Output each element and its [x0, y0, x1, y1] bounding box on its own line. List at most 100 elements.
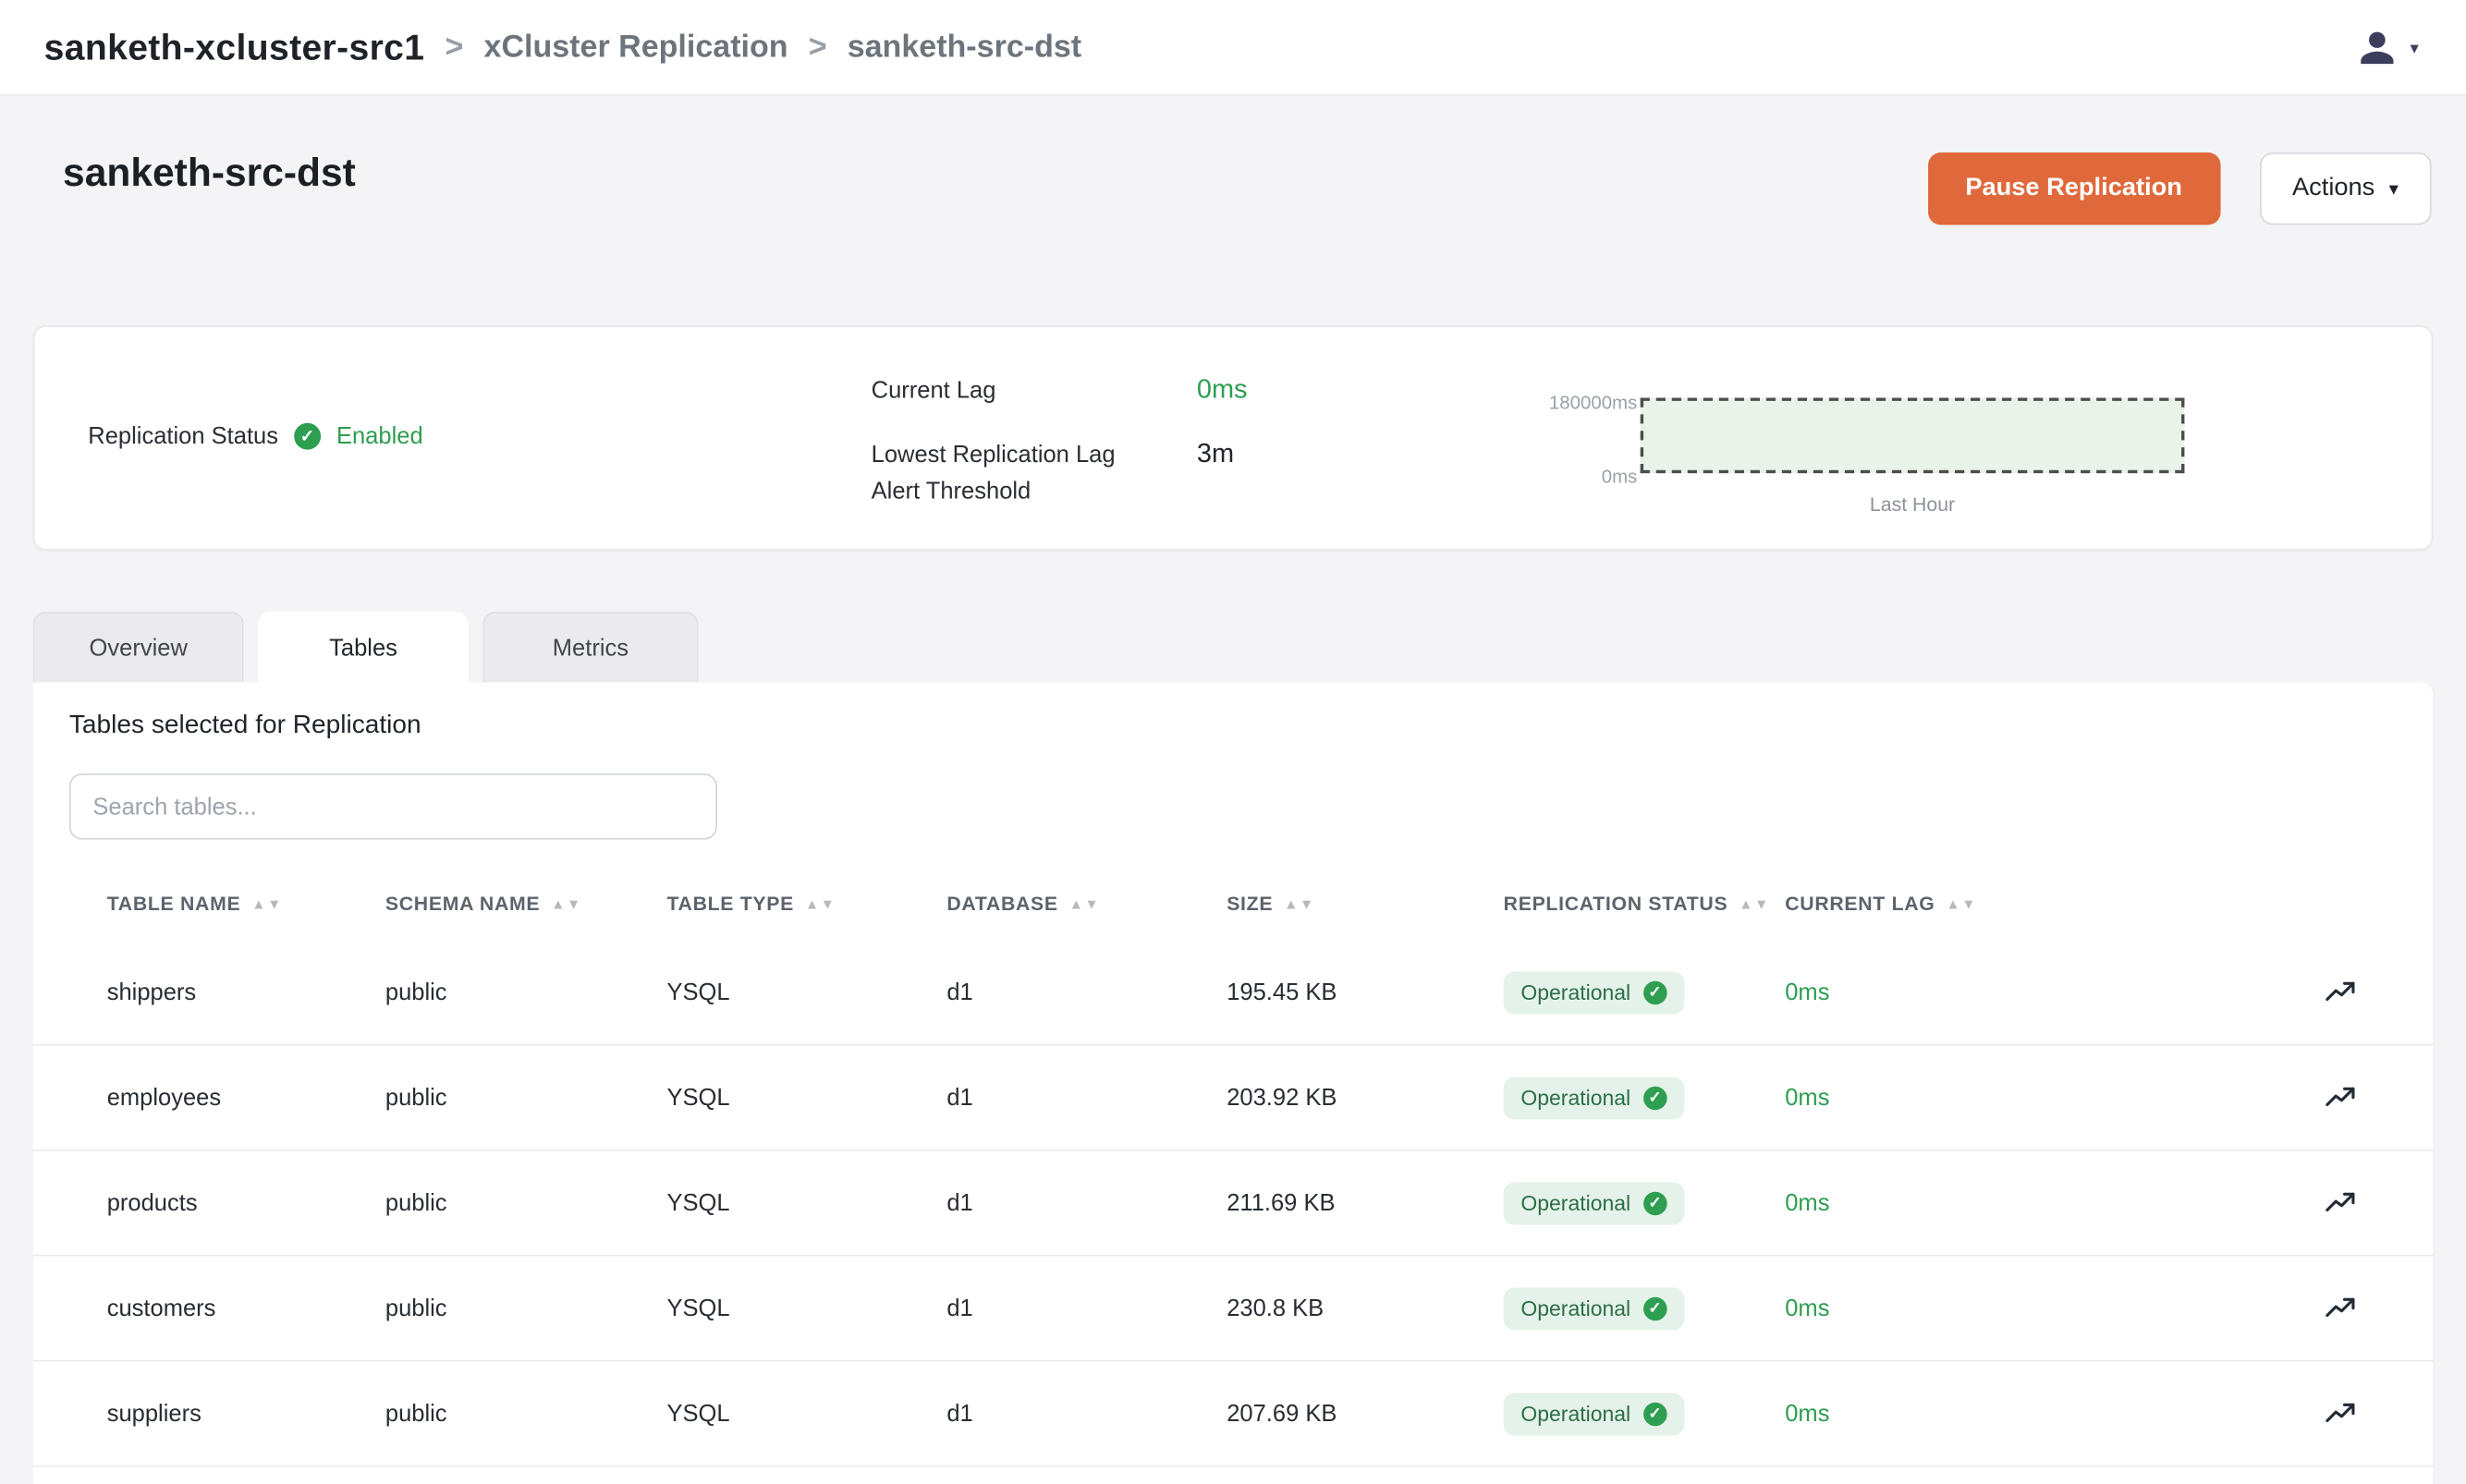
cell-size: 207.69 KB — [1227, 1400, 1503, 1427]
cell-current-lag: 0ms — [1785, 1295, 2304, 1321]
cell-database: d1 — [946, 1400, 1227, 1427]
table-row: shippers public YSQL d1 195.45 KB Operat… — [33, 941, 2434, 1046]
line-chart-icon — [2323, 1291, 2357, 1325]
breadcrumb-section-link[interactable]: xCluster Replication — [484, 29, 788, 65]
current-lag-label: Current Lag — [872, 377, 996, 404]
actions-button[interactable]: Actions ▾ — [2259, 152, 2431, 225]
table-header-row: TABLE NAME▲▼ SCHEMA NAME▲▼ TABLE TYPE▲▼ … — [33, 868, 2434, 940]
check-circle-icon: ✓ — [294, 423, 321, 450]
lag-graph-button[interactable] — [2304, 1396, 2376, 1430]
column-header-schema-name[interactable]: SCHEMA NAME▲▼ — [385, 893, 667, 915]
lag-sparkline-chart — [1641, 397, 2185, 473]
sort-icon: ▲▼ — [805, 896, 836, 912]
replication-tables-table: TABLE NAME▲▼ SCHEMA NAME▲▼ TABLE TYPE▲▼ … — [33, 868, 2434, 1466]
search-input[interactable] — [69, 773, 717, 839]
cell-table-type: YSQL — [666, 1400, 946, 1427]
status-badge: Operational✓ — [1504, 971, 1684, 1014]
column-header-current-lag[interactable]: CURRENT LAG▲▼ — [1785, 893, 2304, 915]
line-chart-icon — [2323, 1186, 2357, 1220]
lag-graph-button[interactable] — [2304, 1186, 2376, 1220]
cell-size: 195.45 KB — [1227, 979, 1503, 1005]
cell-size: 211.69 KB — [1227, 1189, 1503, 1216]
top-navbar: sanketh-xcluster-src1 > xCluster Replica… — [0, 0, 2466, 96]
sort-icon: ▲▼ — [1069, 896, 1101, 912]
caret-down-icon: ▾ — [2389, 177, 2399, 200]
lag-graph-button[interactable] — [2304, 975, 2376, 1009]
lag-threshold-label-line1: Lowest Replication Lag — [872, 437, 1116, 473]
status-badge: Operational✓ — [1504, 1287, 1684, 1330]
table-row: employees public YSQL d1 203.92 KB Opera… — [33, 1046, 2434, 1151]
line-chart-icon — [2323, 1396, 2357, 1430]
table-row: customers public YSQL d1 230.8 KB Operat… — [33, 1257, 2434, 1362]
lag-chart-xaxis-label: Last Hour — [1641, 493, 2185, 516]
cell-database: d1 — [946, 1295, 1227, 1321]
chevron-right-icon: > — [446, 29, 464, 65]
pause-replication-button[interactable]: Pause Replication — [1928, 152, 2220, 225]
cell-current-lag: 0ms — [1785, 979, 2304, 1005]
cell-table-name: shippers — [107, 979, 385, 1005]
check-circle-icon: ✓ — [1643, 1402, 1667, 1426]
sort-icon: ▲▼ — [251, 896, 283, 912]
column-header-table-name[interactable]: TABLE NAME▲▼ — [107, 893, 385, 915]
cell-database: d1 — [946, 979, 1227, 1005]
tab-metrics[interactable]: Metrics — [482, 612, 698, 683]
cell-schema-name: public — [385, 1295, 667, 1321]
lag-graph-button[interactable] — [2304, 1080, 2376, 1114]
user-menu[interactable]: ▾ — [2357, 26, 2419, 68]
check-circle-icon: ✓ — [1643, 1296, 1667, 1320]
cell-table-type: YSQL — [666, 1189, 946, 1216]
sort-icon: ▲▼ — [1284, 896, 1315, 912]
user-icon — [2357, 26, 2399, 68]
tab-tables[interactable]: Tables — [258, 612, 469, 684]
lag-threshold-label-line2: Alert Threshold — [872, 473, 1116, 509]
cell-database: d1 — [946, 1084, 1227, 1111]
current-lag-value: 0ms — [1197, 374, 1248, 406]
actions-button-label: Actions — [2292, 175, 2374, 203]
line-chart-icon — [2323, 1080, 2357, 1114]
cell-size: 230.8 KB — [1227, 1295, 1503, 1321]
tab-overview[interactable]: Overview — [33, 612, 244, 683]
check-circle-icon: ✓ — [1643, 1086, 1667, 1110]
tab-bar: Overview Tables Metrics — [33, 612, 699, 684]
check-circle-icon: ✓ — [1643, 980, 1667, 1004]
lag-threshold-value: 3m — [1197, 439, 1234, 470]
sort-icon: ▲▼ — [1739, 896, 1770, 912]
replication-status-label: Replication Status — [88, 423, 278, 450]
table-row: products public YSQL d1 211.69 KB Operat… — [33, 1151, 2434, 1257]
column-header-size[interactable]: SIZE▲▼ — [1227, 893, 1503, 915]
page-title: sanketh-src-dst — [63, 151, 356, 196]
breadcrumb: sanketh-xcluster-src1 > xCluster Replica… — [44, 26, 1081, 68]
column-header-database[interactable]: DATABASE▲▼ — [946, 893, 1227, 915]
cell-database: d1 — [946, 1189, 1227, 1216]
replication-status-value: Enabled — [336, 423, 423, 450]
tables-panel-heading: Tables selected for Replication — [69, 711, 421, 740]
column-header-replication-status[interactable]: REPLICATION STATUS▲▼ — [1504, 893, 1786, 915]
page: sanketh-xcluster-src1 > xCluster Replica… — [0, 0, 2466, 1484]
cell-table-type: YSQL — [666, 979, 946, 1005]
table-row: suppliers public YSQL d1 207.69 KB Opera… — [33, 1362, 2434, 1467]
tables-panel: Tables selected for Replication TABLE NA… — [33, 682, 2434, 1484]
cell-table-name: suppliers — [107, 1400, 385, 1427]
cell-current-lag: 0ms — [1785, 1084, 2304, 1111]
cell-table-name: products — [107, 1189, 385, 1216]
line-chart-icon — [2323, 975, 2357, 1009]
cell-schema-name: public — [385, 979, 667, 1005]
status-badge: Operational✓ — [1504, 1393, 1684, 1435]
cell-table-type: YSQL — [666, 1084, 946, 1111]
chevron-right-icon: > — [809, 29, 827, 65]
replication-status-card: Replication Status ✓ Enabled Current Lag… — [33, 325, 2434, 550]
column-header-table-type[interactable]: TABLE TYPE▲▼ — [666, 893, 946, 915]
header-actions: Pause Replication Actions ▾ — [1928, 152, 2432, 225]
sort-icon: ▲▼ — [1946, 896, 1977, 912]
breadcrumb-universe-link[interactable]: sanketh-xcluster-src1 — [44, 26, 425, 68]
caret-down-icon: ▾ — [2411, 37, 2419, 57]
cell-table-name: customers — [107, 1295, 385, 1321]
cell-current-lag: 0ms — [1785, 1400, 2304, 1427]
cell-table-type: YSQL — [666, 1295, 946, 1321]
lag-chart-ymin-label: 0ms — [1511, 466, 1637, 488]
cell-schema-name: public — [385, 1400, 667, 1427]
lag-chart-ymax-label: 180000ms — [1511, 392, 1637, 414]
lag-graph-button[interactable] — [2304, 1291, 2376, 1325]
replication-status: Replication Status ✓ Enabled — [88, 423, 422, 450]
status-badge: Operational✓ — [1504, 1077, 1684, 1119]
